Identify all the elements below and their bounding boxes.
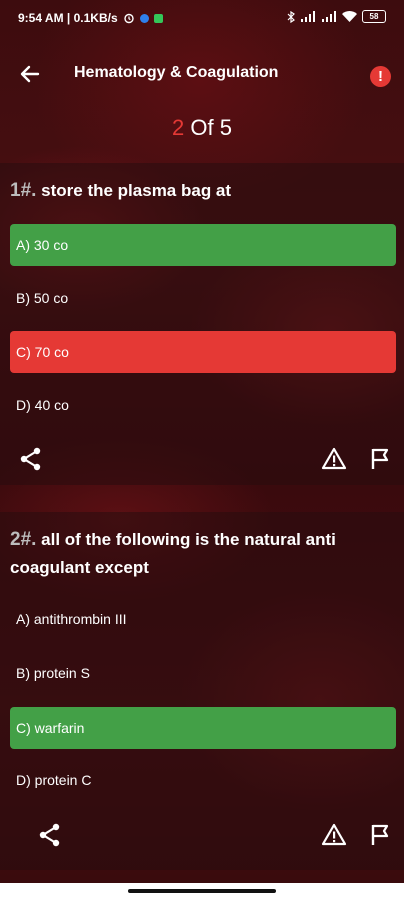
question-text-2: 2#. all of the following is the natural … bbox=[10, 526, 394, 582]
share-icon[interactable] bbox=[37, 822, 63, 848]
option-2d[interactable]: D) protein C bbox=[10, 759, 396, 801]
warning-icon[interactable] bbox=[321, 822, 347, 848]
home-gesture-pill[interactable] bbox=[128, 889, 276, 893]
screen: 9:54 AM | 0.1KB/s 58 Hematology & Coagul… bbox=[0, 0, 404, 900]
flag-icon[interactable] bbox=[367, 822, 393, 848]
question-card-1: 1#. store the plasma bag at A) 30 co B) … bbox=[0, 163, 404, 485]
bluetooth-icon bbox=[287, 10, 295, 23]
question-card-2: 2#. all of the following is the natural … bbox=[0, 512, 404, 870]
alarm-icon bbox=[123, 13, 134, 24]
question-counter: 2 Of 5 bbox=[0, 115, 404, 141]
option-2b[interactable]: B) protein S bbox=[10, 652, 396, 694]
option-1d[interactable]: D) 40 co bbox=[10, 384, 396, 426]
question-body-1: store the plasma bag at bbox=[41, 181, 232, 200]
app-bar: Hematology & Coagulation ! bbox=[0, 50, 404, 96]
wifi-icon bbox=[342, 11, 357, 22]
page-title: Hematology & Coagulation bbox=[74, 64, 279, 81]
question-body-2: all of the following is the natural anti… bbox=[10, 530, 336, 577]
share-icon[interactable] bbox=[18, 446, 44, 472]
status-right: 58 bbox=[287, 10, 386, 23]
battery-level: 58 bbox=[369, 12, 379, 21]
messenger-icon bbox=[139, 13, 149, 23]
warning-icon[interactable] bbox=[321, 446, 347, 472]
system-nav-bar bbox=[0, 883, 404, 900]
status-bar: 9:54 AM | 0.1KB/s 58 bbox=[0, 0, 404, 36]
signal-icon bbox=[301, 11, 315, 22]
signal-icon-2 bbox=[322, 11, 336, 22]
question-text-1: 1#. store the plasma bag at bbox=[10, 177, 394, 205]
current-question-number: 2 bbox=[172, 115, 185, 140]
option-1c[interactable]: C) 70 co bbox=[10, 331, 396, 373]
flag-icon[interactable] bbox=[367, 446, 393, 472]
question-number-2: 2#. bbox=[10, 529, 37, 550]
counter-separator: Of bbox=[184, 115, 220, 140]
question-actions-2 bbox=[0, 816, 404, 856]
question-number-1: 1#. bbox=[10, 180, 37, 201]
chat-app-icon bbox=[153, 13, 163, 23]
option-1a[interactable]: A) 30 co bbox=[10, 224, 396, 266]
total-questions: 5 bbox=[219, 115, 232, 140]
status-left: 9:54 AM | 0.1KB/s bbox=[18, 11, 163, 25]
option-1b[interactable]: B) 50 co bbox=[10, 277, 396, 319]
status-time-speed: 9:54 AM | 0.1KB/s bbox=[18, 11, 118, 25]
back-arrow-icon[interactable] bbox=[18, 62, 42, 86]
question-actions-1 bbox=[0, 440, 404, 480]
battery-icon: 58 bbox=[362, 10, 386, 23]
alert-icon[interactable]: ! bbox=[370, 66, 391, 87]
option-2c[interactable]: C) warfarin bbox=[10, 707, 396, 749]
option-2a[interactable]: A) antithrombin III bbox=[10, 598, 396, 640]
